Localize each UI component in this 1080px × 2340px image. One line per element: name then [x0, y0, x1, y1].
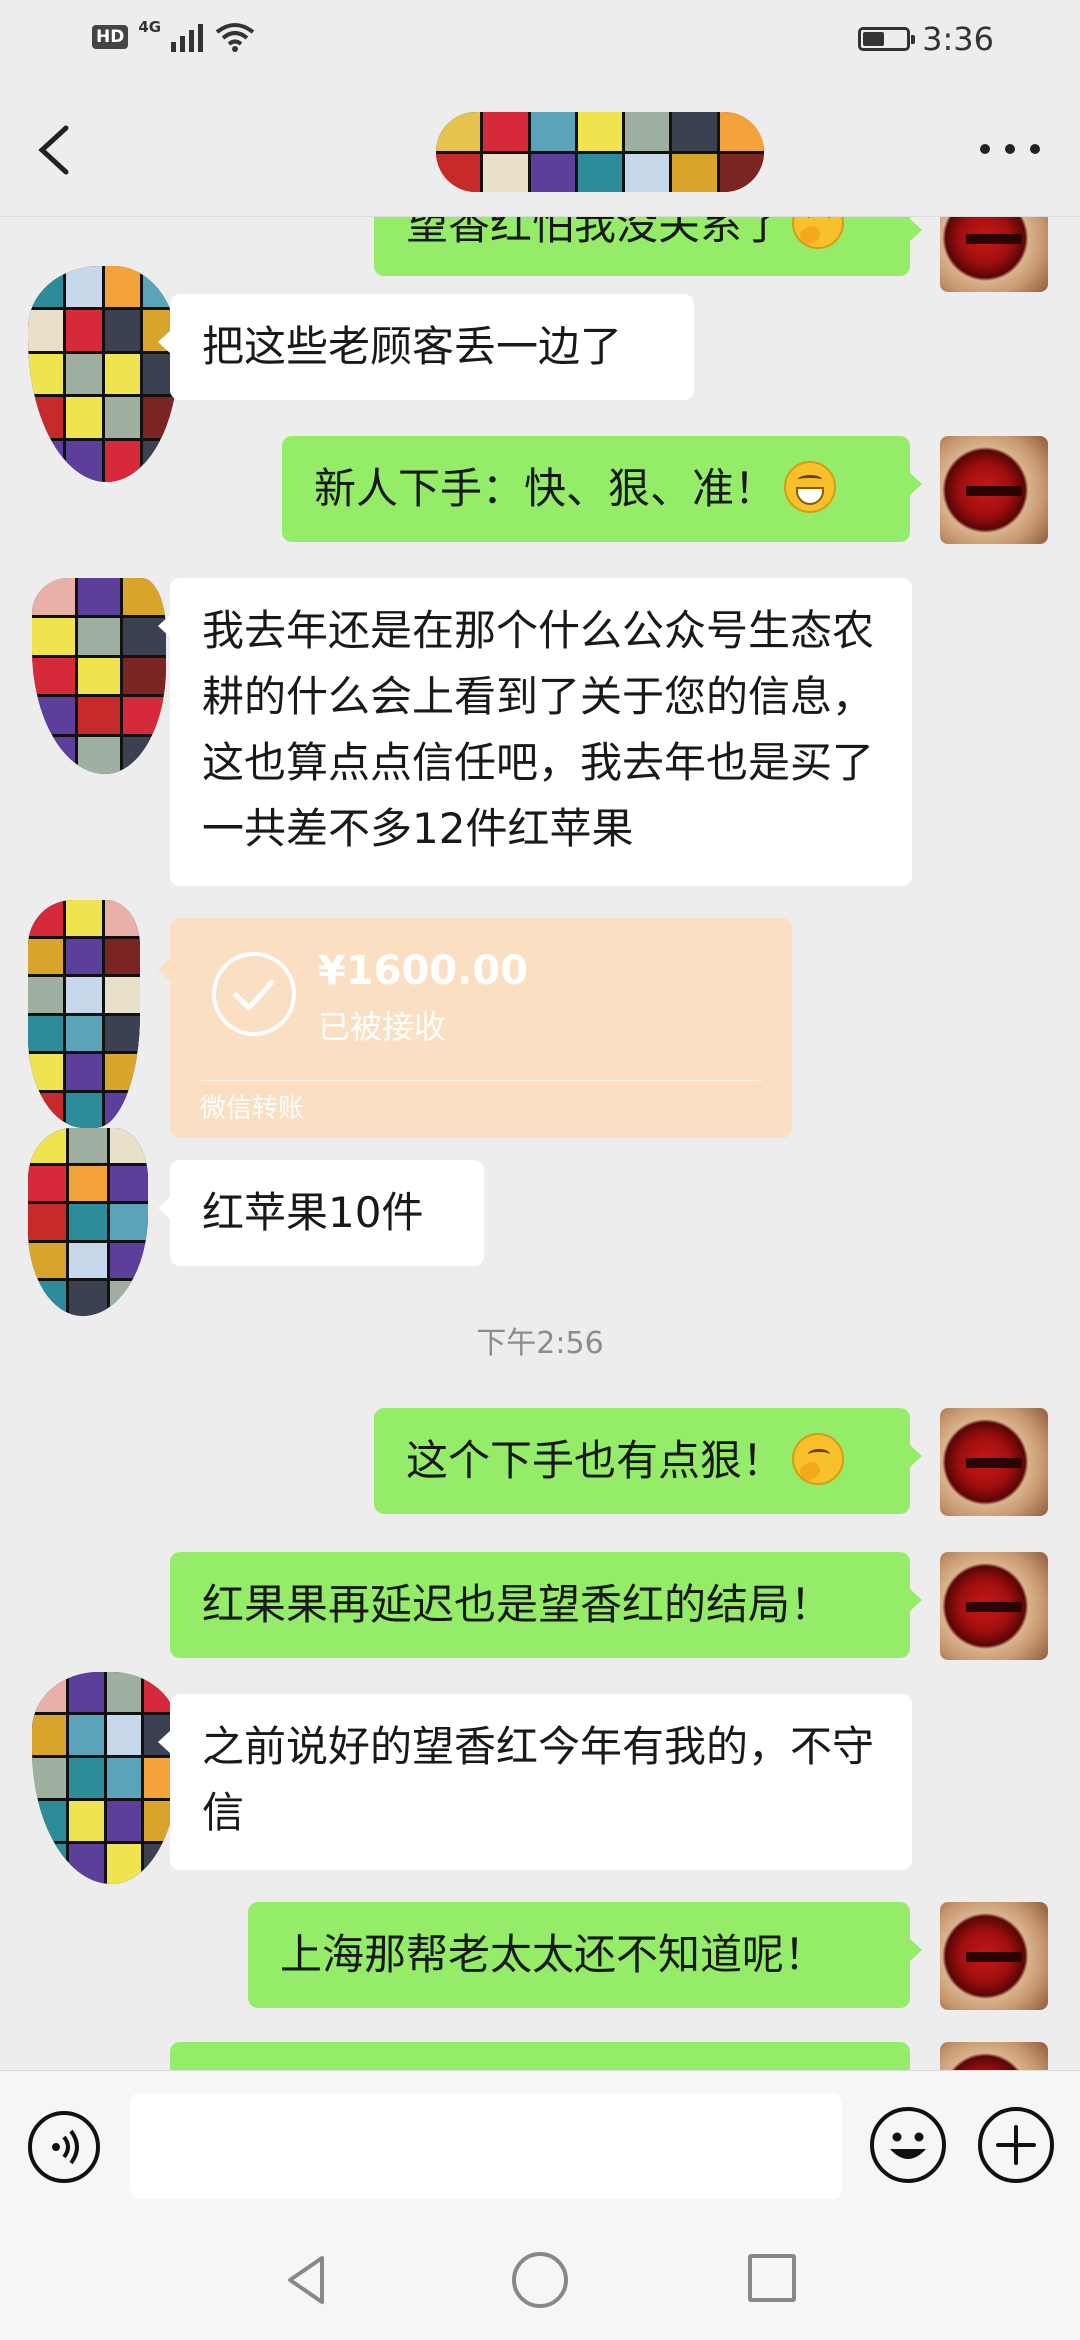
avatar-tag: [966, 1602, 1022, 1612]
transfer-status: 已被接收: [318, 1008, 447, 1046]
message-outgoing[interactable]: 新人下手：快、狠、准！: [282, 436, 922, 542]
transfer-divider: [200, 1080, 762, 1081]
status-left: HD 4G: [92, 18, 255, 52]
my-avatar[interactable]: [940, 2042, 1048, 2070]
message-text: 上海那帮老太太还不知道呢！: [280, 1930, 827, 1979]
transfer-amount: ¥1600.00: [318, 948, 529, 994]
avatar-tag: [966, 486, 1022, 496]
chat-timestamp: 下午2:56: [476, 1326, 604, 1361]
message-incoming[interactable]: 我去年还是在那个什么公众号生态农耕的什么会上看到了关于您的信息，这也算点点信任吧…: [158, 578, 912, 886]
message-outgoing[interactable]: 这个下手也有点狠！: [374, 1408, 922, 1514]
signal-icon: [171, 24, 204, 52]
input-bar: [0, 2070, 1080, 2221]
contact-avatar[interactable]: [32, 578, 166, 774]
transfer-card[interactable]: ¥1600.00 已被接收 微信转账: [158, 918, 792, 1138]
voice-icon: [52, 2129, 79, 2165]
nav-back-icon[interactable]: [278, 2250, 338, 2310]
message-incoming[interactable]: 把这些老顾客丢一边了: [158, 294, 694, 400]
my-avatar[interactable]: [940, 1408, 1048, 1516]
my-avatar[interactable]: [940, 1902, 1048, 2010]
message-text: 我去年还是在那个什么公众号生态农耕的什么会上看到了关于您的信息，这也算点点信任吧…: [202, 606, 875, 853]
avatar-tag: [966, 1458, 1022, 1468]
nav-recent-apps-icon[interactable]: [748, 2254, 796, 2302]
status-bar: HD 4G 3:36: [0, 0, 1080, 84]
thinking-face-icon: [792, 216, 845, 249]
my-avatar[interactable]: [940, 1552, 1048, 1660]
message-text: 这个下手也有点狠！: [406, 1436, 785, 1485]
contact-name-redacted: [436, 112, 764, 192]
more-options-button[interactable]: [980, 134, 1040, 164]
transfer-label: 微信转账: [200, 1094, 305, 1124]
chat-area[interactable]: 望香红怕我没关系了 把这些老顾客丢一边了 新人下手：快、狠、准！ 我去年还是在那…: [0, 216, 1080, 2070]
contact-avatar[interactable]: [28, 1128, 148, 1316]
message-text: 红苹果10件: [202, 1188, 424, 1237]
message-input[interactable]: [130, 2093, 842, 2199]
message-text: 新人下手：快、狠、准！: [314, 464, 777, 513]
status-right: 3:36: [858, 20, 994, 58]
avatar-tag: [966, 234, 1022, 244]
chat-header: [0, 84, 1080, 217]
smiley-icon: [890, 2132, 926, 2159]
checkmark-circle-icon: [212, 952, 296, 1036]
chevron-left-icon: [38, 125, 69, 175]
back-button[interactable]: [30, 122, 80, 178]
message-text: 望香红怕我没关系了: [406, 216, 785, 249]
message-incoming[interactable]: 之前说好的望香红今年有我的，不守信: [158, 1694, 912, 1870]
message-incoming[interactable]: 红苹果10件: [158, 1160, 484, 1266]
wifi-icon: [215, 23, 255, 52]
more-dot-icon: [980, 144, 990, 154]
message-outgoing[interactable]: 望香红怕我没关系了: [374, 216, 922, 276]
nav-home-icon[interactable]: [512, 2252, 568, 2308]
my-avatar[interactable]: [940, 216, 1048, 292]
message-text: 红果果再延迟也是望香红的结局！: [202, 1580, 833, 1629]
message-outgoing[interactable]: 红果果再延迟也是望香红的结局！: [170, 1552, 922, 1658]
my-avatar[interactable]: [940, 436, 1048, 544]
network-type: 4G: [138, 18, 162, 36]
plus-icon: [996, 2125, 1036, 2165]
grinning-face-icon: [784, 461, 837, 513]
status-time: 3:36: [922, 20, 994, 58]
system-nav-bar: [0, 2220, 1080, 2340]
hd-badge: HD: [92, 25, 129, 49]
message-text: 把这些老顾客丢一边了: [202, 322, 623, 371]
voice-button[interactable]: [28, 2111, 100, 2183]
message-text: 之前说好的望香红今年有我的，不守信: [202, 1722, 875, 1837]
message-outgoing[interactable]: 上海那帮老太太还不知道呢！: [248, 1902, 922, 2008]
more-dot-icon: [1005, 144, 1015, 154]
contact-avatar[interactable]: [32, 1672, 178, 1884]
emoji-button[interactable]: [870, 2107, 946, 2183]
battery-level: [863, 32, 884, 46]
avatar-tag: [966, 1952, 1022, 1962]
more-dot-icon: [1030, 144, 1040, 154]
contact-avatar[interactable]: [28, 266, 178, 482]
message-outgoing-partial[interactable]: [170, 2042, 910, 2070]
more-functions-button[interactable]: [978, 2107, 1054, 2183]
battery-icon: [858, 27, 916, 51]
contact-avatar[interactable]: [28, 900, 140, 1128]
thinking-face-icon: [792, 1433, 845, 1485]
